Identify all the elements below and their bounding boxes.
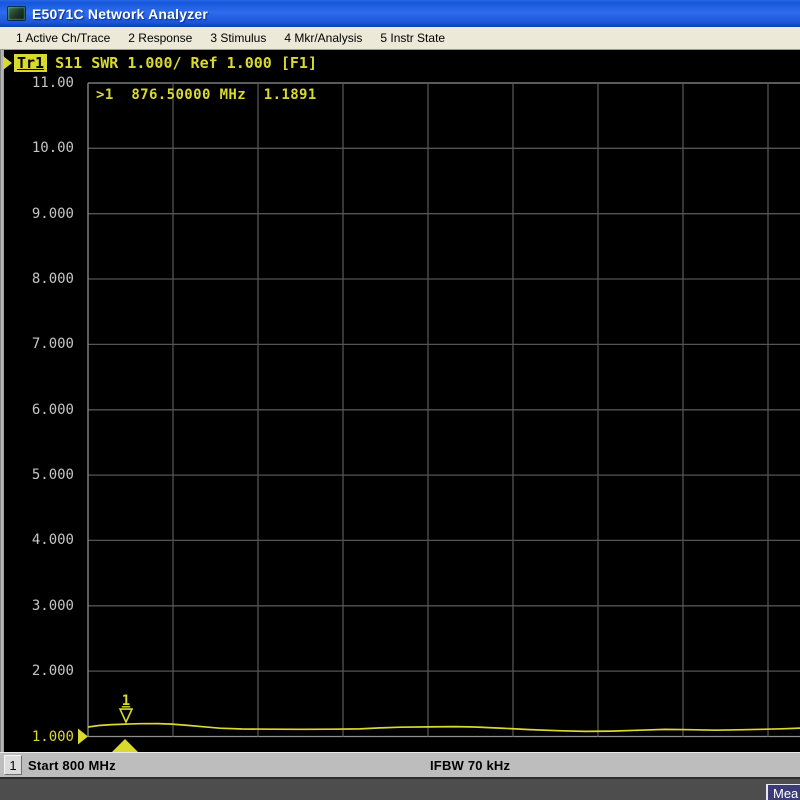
y-tick-label: 5.000 (12, 466, 74, 484)
y-tick-label: 10.00 (12, 139, 74, 157)
y-tick-label: 4.000 (12, 531, 74, 549)
y-tick-label: 8.000 (12, 270, 74, 288)
title-bar[interactable]: E5071C Network Analyzer (0, 0, 800, 27)
meas-button[interactable]: Mea (766, 784, 800, 800)
menu-stimulus[interactable]: 3 Stimulus (201, 29, 275, 47)
y-tick-label: 6.000 (12, 401, 74, 419)
y-tick-label: 9.000 (12, 205, 74, 223)
ifbw-label[interactable]: IFBW 70 kHz (430, 758, 510, 773)
app-icon[interactable] (7, 6, 26, 21)
trace-status-line: Tr1 S11 SWR 1.000/ Ref 1.000 [F1] (3, 53, 317, 73)
y-tick-label: 1.000 (12, 728, 74, 746)
trace-label[interactable]: Tr1 (14, 54, 47, 72)
menu-response[interactable]: 2 Response (119, 29, 201, 47)
app-window: E5071C Network Analyzer 1 Active Ch/Trac… (0, 0, 800, 800)
menu-mkr-analysis[interactable]: 4 Mkr/Analysis (275, 29, 371, 47)
channel-status-bar: 1 Start 800 MHz IFBW 70 kHz (0, 752, 800, 777)
bottom-bar: Mea (0, 777, 800, 800)
window-title: E5071C Network Analyzer (32, 6, 208, 22)
menu-instr-state[interactable]: 5 Instr State (371, 29, 454, 47)
menu-bar: 1 Active Ch/Trace 2 Response 3 Stimulus … (0, 27, 800, 50)
y-tick-label: 3.000 (12, 597, 74, 615)
trace-settings-text: S11 SWR 1.000/ Ref 1.000 [F1] (55, 54, 317, 72)
plot-area[interactable]: 1 (0, 50, 800, 752)
window-frame-left (0, 50, 4, 752)
y-tick-label: 11.00 (12, 74, 74, 92)
instrument-screen: 1 Tr1 S11 SWR 1.000/ Ref 1.000 [F1] 11.0… (0, 50, 800, 752)
svg-text:1: 1 (122, 693, 130, 709)
start-frequency-label[interactable]: Start 800 MHz (28, 758, 116, 773)
y-tick-label: 7.000 (12, 335, 74, 353)
menu-active-ch-trace[interactable]: 1 Active Ch/Trace (7, 29, 119, 47)
active-trace-pointer-icon (3, 56, 12, 70)
marker-readout: >1 876.50000 MHz 1.1891 (96, 87, 317, 103)
y-tick-label: 2.000 (12, 662, 74, 680)
channel-number-box: 1 (4, 755, 22, 775)
